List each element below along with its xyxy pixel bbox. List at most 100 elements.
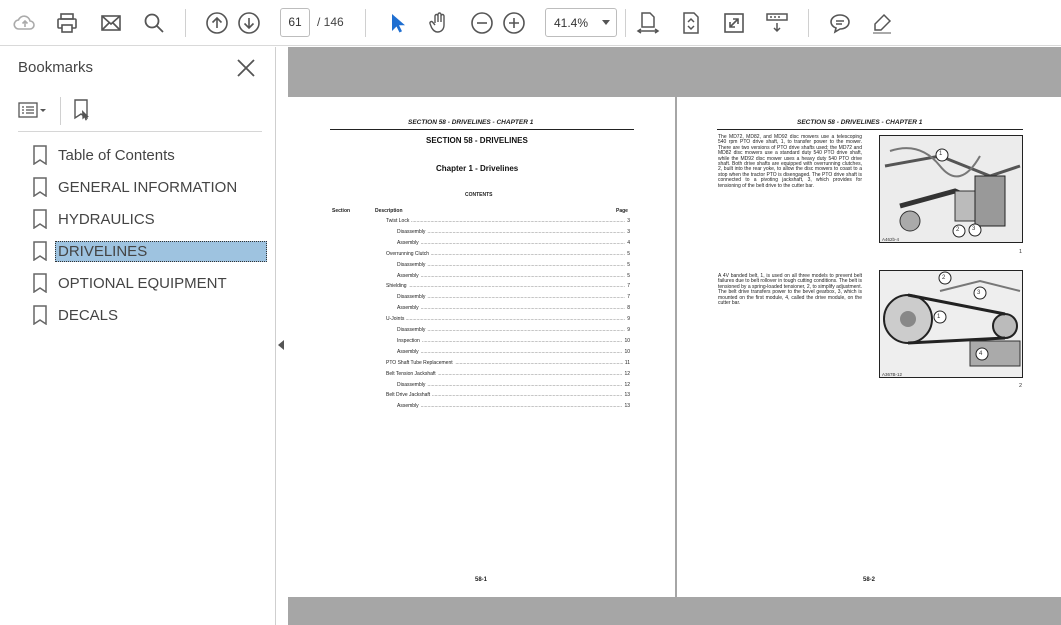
col-page: Page — [616, 208, 628, 214]
page-number-input[interactable]: 61 — [280, 8, 310, 37]
toc-entry: ........................................… — [397, 228, 630, 237]
toc-entry-text: Disassembly — [397, 327, 428, 333]
toc-entry-page: 3 — [625, 218, 630, 224]
toc-entry-text: Disassembly — [397, 381, 428, 388]
comment-icon[interactable] — [826, 9, 854, 37]
toc-entry-page: 13 — [622, 403, 630, 410]
page-footer: 58-1 — [475, 577, 488, 583]
page-header: SECTION 58 - DRIVELINES - CHAPTER 1 — [797, 119, 923, 126]
toc-entry-page: 5 — [625, 250, 630, 257]
figure-caption: A367B-12 — [882, 372, 903, 377]
bookmark-label: GENERAL INFORMATION — [58, 178, 238, 196]
toc-entry: ........................................… — [397, 403, 630, 411]
col-description: Description — [375, 208, 403, 214]
rotate-view-icon[interactable] — [677, 9, 705, 37]
toc-entry-text: PTO Shaft Tube Replacement — [386, 359, 455, 366]
contents-label: CONTENTS — [465, 192, 493, 198]
toc-leader-dots: ........................................… — [397, 305, 630, 312]
toc-leader-dots: ........................................… — [397, 381, 630, 388]
toc-entry-page: 10 — [622, 348, 630, 355]
full-screen-icon[interactable] — [720, 9, 748, 37]
collapse-panel-arrow-icon[interactable] — [278, 340, 284, 350]
toc-entry: ........................................… — [397, 272, 630, 281]
hand-tool-icon[interactable] — [425, 9, 453, 37]
toc-entry: ........................................… — [397, 239, 630, 248]
figure-number: 2 — [1019, 383, 1023, 389]
figure-caption: A462b-4 — [882, 237, 900, 242]
toc-entry-page: 7 — [625, 294, 630, 301]
toc-entry-page: 4 — [625, 239, 630, 246]
toc-leader-dots: ........................................… — [386, 316, 630, 323]
toc-entry-text: Twist Lock — [386, 218, 412, 224]
bookmark-table-of-contents[interactable]: Table of Contents — [32, 143, 270, 167]
toc-entry-text: Assembly — [397, 403, 421, 410]
toc-entry: ........................................… — [386, 316, 630, 324]
close-icon[interactable] — [234, 56, 258, 80]
toc-entry: ........................................… — [397, 337, 630, 346]
upload-cloud-icon[interactable] — [11, 9, 39, 37]
toc-entry-page: 11 — [622, 359, 630, 366]
read-mode-icon[interactable] — [763, 9, 791, 37]
bookmarks-panel: Bookmarks Table of Contents GENERAL INFO… — [0, 47, 276, 625]
toc-entry-text: Assembly — [397, 348, 421, 355]
toc-entry-text: Shielding — [386, 283, 409, 290]
bookmark-label: DRIVELINES — [55, 240, 267, 262]
next-page-icon[interactable] — [235, 9, 263, 37]
callout-2: 2 — [956, 227, 960, 233]
paragraph-2: A 4V banded belt, 1, is used on all thre… — [718, 273, 862, 307]
email-icon[interactable] — [97, 9, 125, 37]
toc-entry-text: Overrunning Clutch — [386, 250, 432, 257]
zoom-out-icon[interactable] — [468, 9, 496, 37]
toc-entry: ........................................… — [386, 359, 630, 368]
bookmark-drivelines[interactable]: DRIVELINES — [32, 239, 270, 263]
toc-entry-text: Belt Tension Jackshaft — [386, 370, 438, 377]
toc-entry-page: 5 — [625, 272, 630, 279]
toc-entry-text: Inspection — [397, 337, 422, 344]
options-menu-icon[interactable] — [18, 100, 48, 120]
search-icon[interactable] — [140, 9, 168, 37]
highlight-pen-icon[interactable] — [868, 9, 896, 37]
select-cursor-icon[interactable] — [383, 9, 411, 37]
toc-entry-page: 12 — [622, 370, 630, 377]
toc-leader-dots: ........................................… — [397, 294, 630, 301]
print-icon[interactable] — [53, 9, 81, 37]
col-section: Section — [332, 208, 351, 214]
toc-leader-dots: ........................................… — [397, 261, 630, 268]
fit-page-width-icon[interactable] — [634, 9, 662, 37]
add-bookmark-icon[interactable] — [70, 98, 94, 122]
toc-entry-page: 9 — [625, 327, 630, 333]
bookmark-icon — [33, 273, 47, 293]
bookmark-general-information[interactable]: GENERAL INFORMATION — [32, 175, 270, 199]
bookmark-icon — [33, 241, 47, 261]
zoom-value: 41.4% — [554, 16, 589, 30]
bookmark-optional-equipment[interactable]: OPTIONAL EQUIPMENT — [32, 271, 270, 295]
toc-entry-text: Assembly — [397, 239, 421, 246]
zoom-in-icon[interactable] — [500, 9, 528, 37]
figure-1-drive-shaft: 1 2 3 A462b-4 — [879, 135, 1023, 243]
toc-entry-page: 13 — [622, 392, 630, 399]
toc-entry-text: Belt Drive Jackshaft — [386, 392, 433, 399]
toc-leader-dots: ........................................… — [397, 337, 630, 344]
toc-entry-text: U-Joints — [386, 316, 407, 323]
previous-page-icon[interactable] — [203, 9, 231, 37]
callout-1: 1 — [937, 314, 941, 320]
toc-entry: ........................................… — [397, 348, 630, 357]
toc-leader-dots: ........................................… — [397, 228, 630, 235]
zoom-select[interactable]: 41.4% — [545, 8, 617, 37]
toc-leader-dots: ........................................… — [397, 239, 630, 246]
section-title: SECTION 58 - DRIVELINES — [426, 136, 528, 145]
toc-entry-page: 12 — [622, 381, 630, 388]
toc-entry: ........................................… — [397, 294, 630, 302]
panel-title: Bookmarks — [18, 59, 94, 76]
toc-leader-dots: ........................................… — [386, 283, 630, 290]
toc-leader-dots: ........................................… — [386, 218, 630, 224]
toc-entry-text: Assembly — [397, 272, 421, 279]
callout-1: 1 — [939, 151, 943, 157]
document-view[interactable]: SECTION 58 - DRIVELINES - CHAPTER 1 SECT… — [288, 47, 1061, 625]
bookmark-hydraulics[interactable]: HYDRAULICS — [32, 207, 270, 231]
bookmark-decals[interactable]: DECALS — [32, 303, 270, 327]
toc-entry: ........................................… — [386, 250, 630, 259]
toc-entry-page: 8 — [625, 305, 630, 312]
toc-entry-text: Disassembly — [397, 294, 428, 301]
toc-leader-dots: ........................................… — [397, 348, 630, 355]
